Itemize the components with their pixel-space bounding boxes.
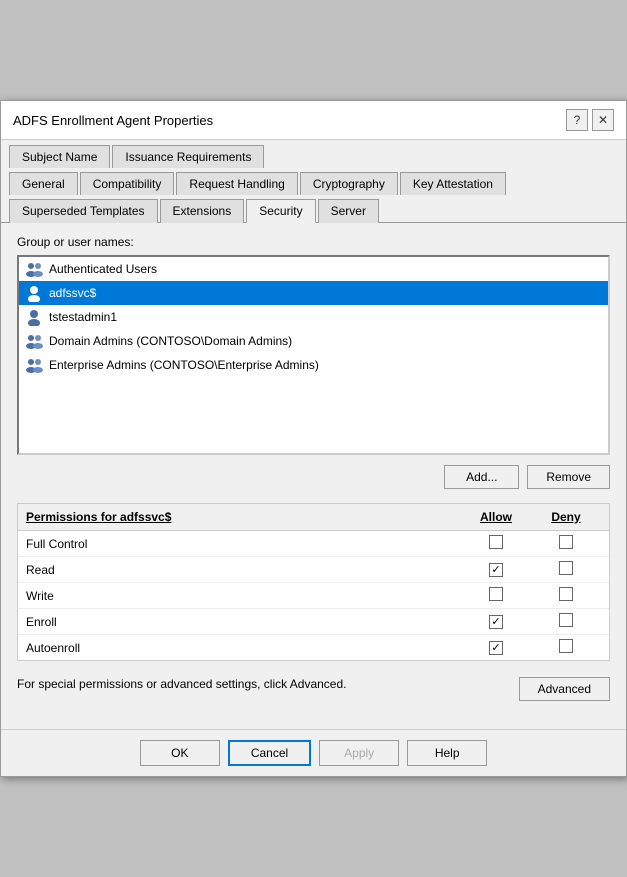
tab-security[interactable]: Security: [246, 199, 315, 223]
permissions-header: Permissions for adfssvc$ Allow Deny: [18, 504, 609, 531]
perm-name: Enroll: [26, 615, 461, 629]
cancel-button[interactable]: Cancel: [228, 740, 311, 766]
checkbox-allow[interactable]: [489, 535, 503, 549]
list-item[interactable]: tstestadmin1: [19, 305, 608, 329]
ok-button[interactable]: OK: [140, 740, 220, 766]
perm-name: Write: [26, 589, 461, 603]
tab-request-handling[interactable]: Request Handling: [176, 172, 297, 195]
autoenroll-deny-check[interactable]: [531, 639, 601, 656]
perm-name: Autoenroll: [26, 641, 461, 655]
allow-column-header: Allow: [461, 510, 531, 524]
tab-cryptography[interactable]: Cryptography: [300, 172, 398, 195]
user-name: adfssvc$: [49, 286, 96, 300]
users-list[interactable]: Authenticated Users adfssvc$ tstestadmin…: [17, 255, 610, 455]
group-icon: [25, 356, 43, 374]
deny-column-header: Deny: [531, 510, 601, 524]
checkbox-deny[interactable]: [559, 561, 573, 575]
add-button[interactable]: Add...: [444, 465, 519, 489]
user-name: Authenticated Users: [49, 262, 157, 276]
content-area: Group or user names: Authenticated Users: [1, 222, 626, 729]
group-icon: [25, 260, 43, 278]
full-control-allow-check[interactable]: [461, 535, 531, 552]
user-name: Domain Admins (CONTOSO\Domain Admins): [49, 334, 292, 348]
advanced-row: For special permissions or advanced sett…: [17, 673, 610, 705]
write-deny-check[interactable]: [531, 587, 601, 604]
checkbox-allow[interactable]: [489, 587, 503, 601]
advanced-button[interactable]: Advanced: [519, 677, 610, 701]
perm-name: Full Control: [26, 537, 461, 551]
tabs-row1-container: Subject Name Issuance Requirements: [1, 140, 626, 167]
tab-superseded-templates[interactable]: Superseded Templates: [9, 199, 158, 223]
help-button[interactable]: Help: [407, 740, 487, 766]
title-bar-left: ADFS Enrollment Agent Properties: [13, 113, 213, 128]
list-item[interactable]: adfssvc$: [19, 281, 608, 305]
checkbox-deny[interactable]: [559, 613, 573, 627]
read-deny-check[interactable]: [531, 561, 601, 578]
group-icon: [25, 332, 43, 350]
autoenroll-allow-check[interactable]: [461, 640, 531, 656]
perm-row-autoenroll: Autoenroll: [18, 635, 609, 660]
read-allow-check[interactable]: [461, 562, 531, 578]
enroll-allow-check[interactable]: [461, 614, 531, 630]
checkbox-allow[interactable]: [489, 615, 503, 629]
user-name: Enterprise Admins (CONTOSO\Enterprise Ad…: [49, 358, 319, 372]
enroll-deny-check[interactable]: [531, 613, 601, 630]
perm-row-read: Read: [18, 557, 609, 583]
close-button[interactable]: ✕: [592, 109, 614, 131]
permissions-section: Permissions for adfssvc$ Allow Deny Full…: [17, 503, 610, 661]
tabs-row3-container: Superseded Templates Extensions Security…: [1, 194, 626, 222]
user-icon: [25, 284, 43, 302]
title-bar: ADFS Enrollment Agent Properties ? ✕: [1, 101, 626, 140]
perm-row-enroll: Enroll: [18, 609, 609, 635]
group-label: Group or user names:: [17, 235, 610, 249]
user-management-buttons: Add... Remove: [17, 465, 610, 489]
perm-row-full-control: Full Control: [18, 531, 609, 557]
permissions-label: Permissions for adfssvc$: [26, 510, 461, 524]
advanced-text: For special permissions or advanced sett…: [17, 677, 519, 691]
list-item[interactable]: Domain Admins (CONTOSO\Domain Admins): [19, 329, 608, 353]
checkbox-deny[interactable]: [559, 639, 573, 653]
remove-button[interactable]: Remove: [527, 465, 610, 489]
tab-compatibility[interactable]: Compatibility: [80, 172, 175, 195]
checkbox-deny[interactable]: [559, 587, 573, 601]
tab-subject-name[interactable]: Subject Name: [9, 145, 110, 168]
tab-issuance-requirements[interactable]: Issuance Requirements: [112, 145, 264, 168]
bottom-buttons: OK Cancel Apply Help: [1, 729, 626, 776]
tab-extensions[interactable]: Extensions: [160, 199, 245, 223]
write-allow-check[interactable]: [461, 587, 531, 604]
list-item[interactable]: Enterprise Admins (CONTOSO\Enterprise Ad…: [19, 353, 608, 377]
dialog-title: ADFS Enrollment Agent Properties: [13, 113, 213, 128]
full-control-deny-check[interactable]: [531, 535, 601, 552]
dialog-window: ADFS Enrollment Agent Properties ? ✕ Sub…: [0, 100, 627, 777]
checkbox-allow[interactable]: [489, 641, 503, 655]
perm-name: Read: [26, 563, 461, 577]
perm-row-write: Write: [18, 583, 609, 609]
apply-button[interactable]: Apply: [319, 740, 399, 766]
tab-key-attestation[interactable]: Key Attestation: [400, 172, 506, 195]
checkbox-allow[interactable]: [489, 563, 503, 577]
tab-server[interactable]: Server: [318, 199, 379, 223]
checkbox-deny[interactable]: [559, 535, 573, 549]
title-controls: ? ✕: [566, 109, 614, 131]
user-icon: [25, 308, 43, 326]
tabs-row2-container: General Compatibility Request Handling C…: [1, 167, 626, 194]
user-name: tstestadmin1: [49, 310, 117, 324]
tabs-row2: General Compatibility Request Handling C…: [9, 171, 618, 194]
tabs-row1: Subject Name Issuance Requirements: [9, 144, 618, 167]
tab-general[interactable]: General: [9, 172, 78, 195]
tabs-row3: Superseded Templates Extensions Security…: [9, 198, 618, 222]
help-button[interactable]: ?: [566, 109, 588, 131]
list-item[interactable]: Authenticated Users: [19, 257, 608, 281]
